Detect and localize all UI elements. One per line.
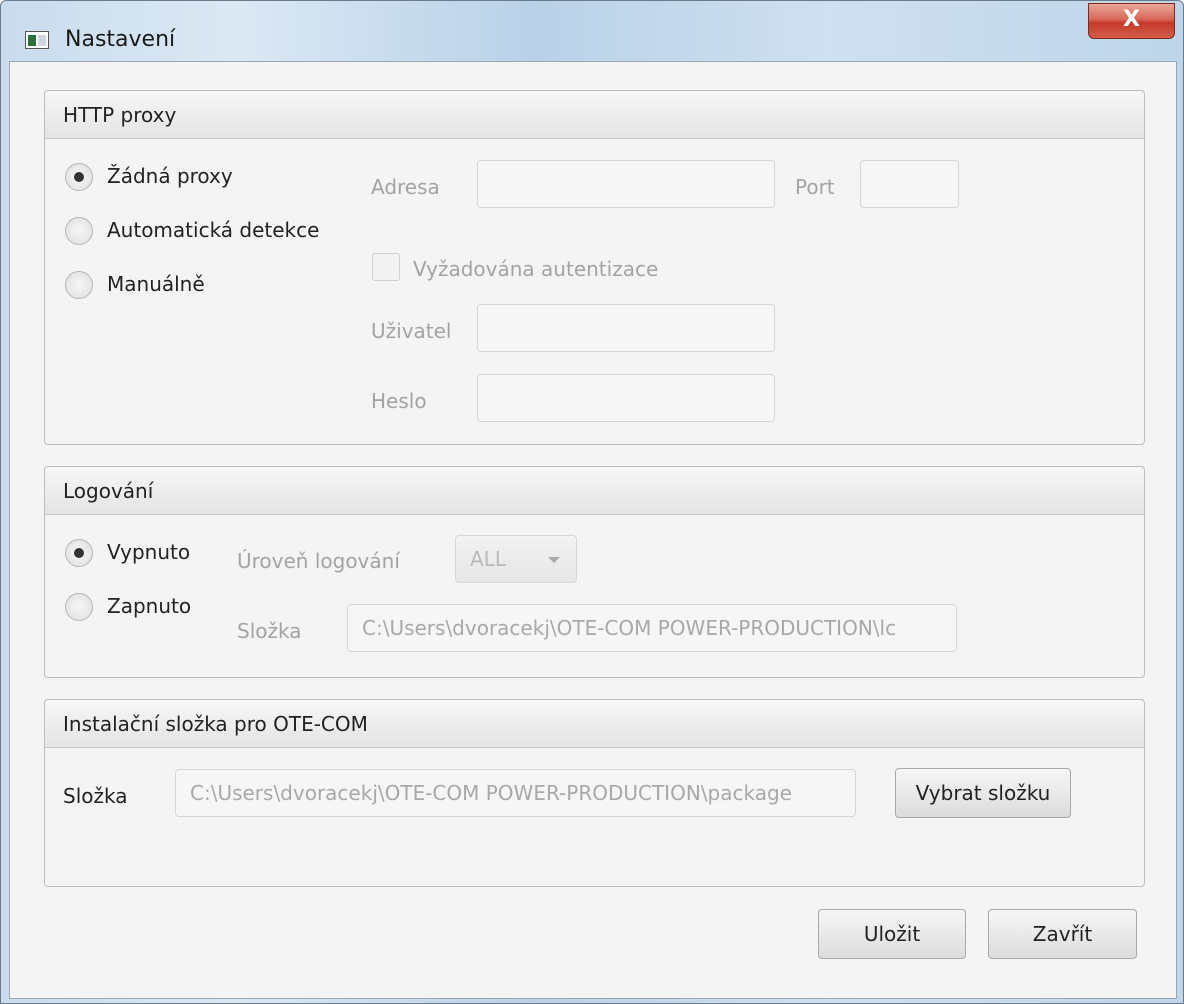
window-close-button[interactable]: X: [1088, 3, 1175, 39]
auth-checkbox-label: Vyžadována autentizace: [413, 257, 659, 281]
password-label: Heslo: [371, 389, 427, 413]
install-folder-label: Složka: [63, 784, 128, 808]
window-title: Nastavení: [65, 27, 176, 52]
port-label: Port: [795, 175, 835, 199]
logging-group: Logování Vypnuto Zapnuto Úroveň logování…: [44, 466, 1145, 678]
install-group-header: Instalační složka pro OTE-COM: [45, 700, 1144, 748]
radio-auto-detect-label: Automatická detekce: [107, 218, 320, 242]
address-input[interactable]: [477, 160, 775, 208]
log-level-select[interactable]: ALL: [455, 535, 577, 583]
user-label: Uživatel: [371, 319, 452, 343]
proxy-group: HTTP proxy Žádná proxy Automatická detek…: [44, 90, 1145, 445]
app-window-icon: [25, 31, 49, 49]
logging-group-header: Logování: [45, 467, 1144, 515]
auth-checkbox[interactable]: [372, 253, 400, 281]
radio-logging-on-label: Zapnuto: [107, 594, 192, 618]
radio-no-proxy-label: Žádná proxy: [107, 164, 233, 188]
settings-window: Nastavení X HTTP proxy Žádná proxy Autom…: [0, 0, 1184, 1004]
radio-no-proxy[interactable]: [65, 163, 93, 191]
radio-manual-label: Manuálně: [107, 272, 205, 296]
radio-manual[interactable]: [65, 271, 93, 299]
radio-logging-off[interactable]: [65, 539, 93, 567]
address-label: Adresa: [371, 175, 440, 199]
log-folder-input[interactable]: C:\Users\dvoracekj\OTE-COM POWER-PRODUCT…: [347, 604, 957, 652]
port-input[interactable]: [860, 160, 959, 208]
chevron-down-icon: [548, 557, 560, 563]
radio-auto-detect[interactable]: [65, 217, 93, 245]
radio-logging-off-label: Vypnuto: [107, 540, 191, 564]
save-button[interactable]: Uložit: [818, 909, 966, 959]
log-level-label: Úroveň logování: [237, 549, 400, 573]
dialog-body: HTTP proxy Žádná proxy Automatická detek…: [9, 61, 1177, 999]
log-folder-label: Složka: [237, 619, 302, 643]
close-button[interactable]: Zavřít: [988, 909, 1137, 959]
install-group: Instalační složka pro OTE-COM Složka C:\…: [44, 699, 1145, 887]
choose-folder-button[interactable]: Vybrat složku: [895, 768, 1071, 818]
user-input[interactable]: [477, 304, 775, 352]
install-folder-input[interactable]: C:\Users\dvoracekj\OTE-COM POWER-PRODUCT…: [175, 769, 856, 817]
password-input[interactable]: [477, 374, 775, 422]
radio-logging-on[interactable]: [65, 593, 93, 621]
log-level-value: ALL: [470, 547, 506, 571]
proxy-group-header: HTTP proxy: [45, 91, 1144, 139]
title-bar[interactable]: Nastavení X: [1, 1, 1183, 61]
